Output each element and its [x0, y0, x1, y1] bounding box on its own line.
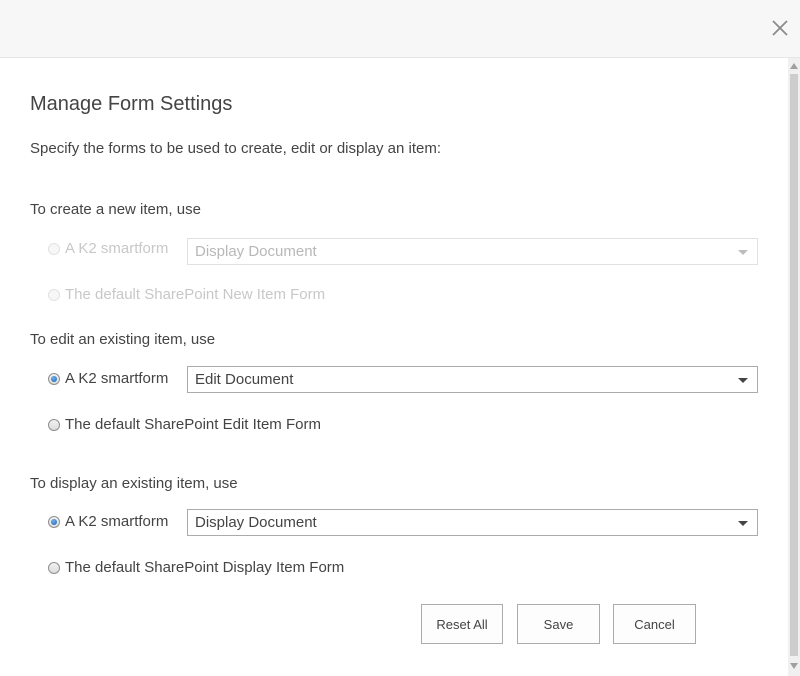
radio-button-selected[interactable] [48, 515, 60, 528]
edit-form-dropdown[interactable]: Edit Document [187, 366, 758, 393]
vertical-scrollbar[interactable] [788, 58, 800, 676]
display-default-radio[interactable]: The default SharePoint Display Item Form [48, 559, 344, 576]
close-icon[interactable] [768, 16, 792, 40]
create-default-label: The default SharePoint New Item Form [65, 286, 326, 303]
dialog-title: Manage Form Settings [30, 93, 233, 115]
radio-button [48, 242, 60, 255]
scroll-thumb[interactable] [790, 74, 798, 656]
display-smartform-radio[interactable]: A K2 smartform [48, 513, 168, 530]
display-form-dropdown[interactable]: Display Document [187, 509, 758, 536]
edit-form-value: Edit Document [195, 371, 294, 388]
display-default-label: The default SharePoint Display Item Form [65, 559, 345, 576]
chevron-down-icon[interactable] [738, 378, 748, 383]
edit-default-radio[interactable]: The default SharePoint Edit Item Form [48, 416, 321, 433]
save-button[interactable]: Save [517, 604, 600, 644]
create-smartform-radio: A K2 smartform [48, 240, 168, 257]
edit-smartform-label: A K2 smartform [65, 370, 169, 387]
radio-button [48, 288, 60, 301]
radio-button-selected[interactable] [48, 372, 60, 385]
create-smartform-label: A K2 smartform [65, 240, 169, 257]
edit-section-label: To edit an existing item, use [30, 331, 216, 348]
edit-default-label: The default SharePoint Edit Item Form [65, 416, 321, 433]
create-default-radio: The default SharePoint New Item Form [48, 286, 325, 303]
display-smartform-label: A K2 smartform [65, 513, 169, 530]
chevron-down-icon [738, 250, 748, 255]
create-form-value: Display Document [195, 243, 317, 260]
chevron-down-icon[interactable] [738, 521, 748, 526]
radio-button[interactable] [48, 418, 60, 431]
display-form-value: Display Document [195, 514, 317, 531]
reset-all-button[interactable]: Reset All [421, 604, 503, 644]
create-form-dropdown: Display Document [187, 238, 758, 265]
create-section-label: To create a new item, use [30, 201, 201, 218]
dialog-titlebar [0, 0, 800, 58]
radio-button[interactable] [48, 561, 60, 574]
cancel-button[interactable]: Cancel [613, 604, 696, 644]
edit-smartform-radio[interactable]: A K2 smartform [48, 370, 168, 387]
scroll-up-icon[interactable] [788, 58, 800, 74]
dialog-intro: Specify the forms to be used to create, … [30, 140, 442, 157]
scroll-down-icon[interactable] [788, 658, 800, 674]
display-section-label: To display an existing item, use [30, 475, 238, 492]
